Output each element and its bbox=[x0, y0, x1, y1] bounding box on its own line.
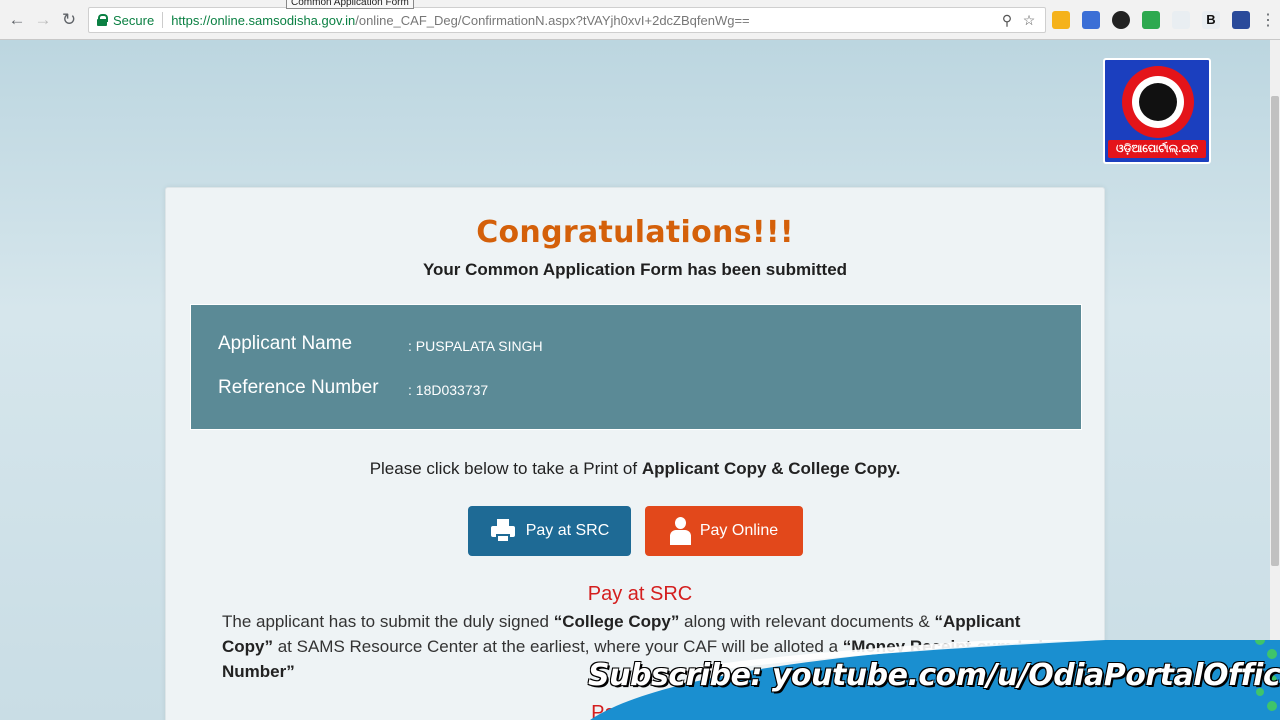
pay-online-label: Pay Online bbox=[699, 522, 779, 539]
separator bbox=[162, 12, 164, 28]
para-text-1: The applicant has to submit the duly sig… bbox=[222, 612, 554, 631]
page-title: Congratulations!!! bbox=[476, 215, 794, 250]
print-note-text: Please click below to take a Print of bbox=[369, 459, 642, 478]
scrollbar-thumb[interactable] bbox=[1271, 96, 1279, 566]
reload-icon[interactable]: ↻ bbox=[58, 9, 80, 31]
back-icon[interactable]: ← bbox=[6, 9, 28, 31]
scrollbar[interactable] bbox=[1270, 40, 1280, 720]
secure-label: Secure bbox=[113, 12, 155, 28]
browser-toolbar: ← → ↻ Secure https://online.samsodisha.g… bbox=[0, 0, 1280, 40]
print-note-bold: Applicant Copy & College Copy. bbox=[641, 459, 901, 478]
logo-text: ଓଡ଼ିଆପୋର୍ଟାଲ୍.ଇନ bbox=[1108, 140, 1206, 158]
tab-tooltip: Common Application Form bbox=[286, 0, 414, 9]
news-extension-icon[interactable] bbox=[1232, 11, 1250, 29]
pay-online-button[interactable]: Pay Online bbox=[645, 506, 803, 556]
para-text-2: along with relevant documents & bbox=[679, 612, 935, 631]
print-note: Please click below to take a Print of Ap… bbox=[166, 459, 1104, 479]
applicant-name-label: Applicant Name bbox=[218, 333, 353, 354]
channel-logo: ଓଡ଼ିଆପୋର୍ଟାଲ୍.ଇନ bbox=[1103, 58, 1211, 164]
pay-at-src-heading: Pay at SRC bbox=[587, 583, 693, 605]
subscribe-text: Subscribe: youtube.com/u/OdiaPortalOffic… bbox=[588, 658, 1280, 693]
lock-icon bbox=[97, 14, 108, 26]
pay-at-src-button[interactable]: Pay at SRC bbox=[468, 506, 631, 556]
zoom-icon[interactable]: ⚲ bbox=[999, 12, 1015, 28]
reference-number-label: Reference Number bbox=[218, 377, 379, 398]
address-bar[interactable]: Secure https://online.samsodisha.gov.in … bbox=[88, 7, 1046, 33]
submitted-message: Your Common Application Form has been su… bbox=[422, 260, 848, 279]
menu-icon[interactable]: ⋮ bbox=[1257, 9, 1279, 31]
profile-extension-icon[interactable] bbox=[1082, 11, 1100, 29]
printer-icon bbox=[490, 519, 516, 543]
arc-extension-icon[interactable] bbox=[1172, 11, 1190, 29]
person-icon bbox=[669, 517, 691, 545]
pay-at-src-label: Pay at SRC bbox=[525, 522, 610, 539]
para-bold-1: “College Copy” bbox=[553, 612, 680, 631]
forward-icon[interactable]: → bbox=[32, 9, 54, 31]
media-extension-icon[interactable] bbox=[1112, 11, 1130, 29]
applicant-info-box: Applicant Name : PUSPALATA SINGH Referen… bbox=[190, 304, 1082, 430]
url-path: /online_CAF_Deg/ConfirmationN.aspx?tVAYj… bbox=[355, 12, 750, 28]
logo-ring-icon bbox=[1122, 66, 1194, 138]
bookmark-star-icon[interactable]: ☆ bbox=[1021, 12, 1037, 28]
url-host: https://online.samsodisha.gov.in bbox=[171, 12, 356, 28]
applicant-name-value: : PUSPALATA SINGH bbox=[408, 338, 543, 354]
reference-number-value: : 18D033737 bbox=[408, 382, 489, 398]
b-extension-icon[interactable]: B bbox=[1202, 11, 1220, 29]
rss-extension-icon[interactable] bbox=[1052, 11, 1070, 29]
drive-extension-icon[interactable] bbox=[1142, 11, 1160, 29]
